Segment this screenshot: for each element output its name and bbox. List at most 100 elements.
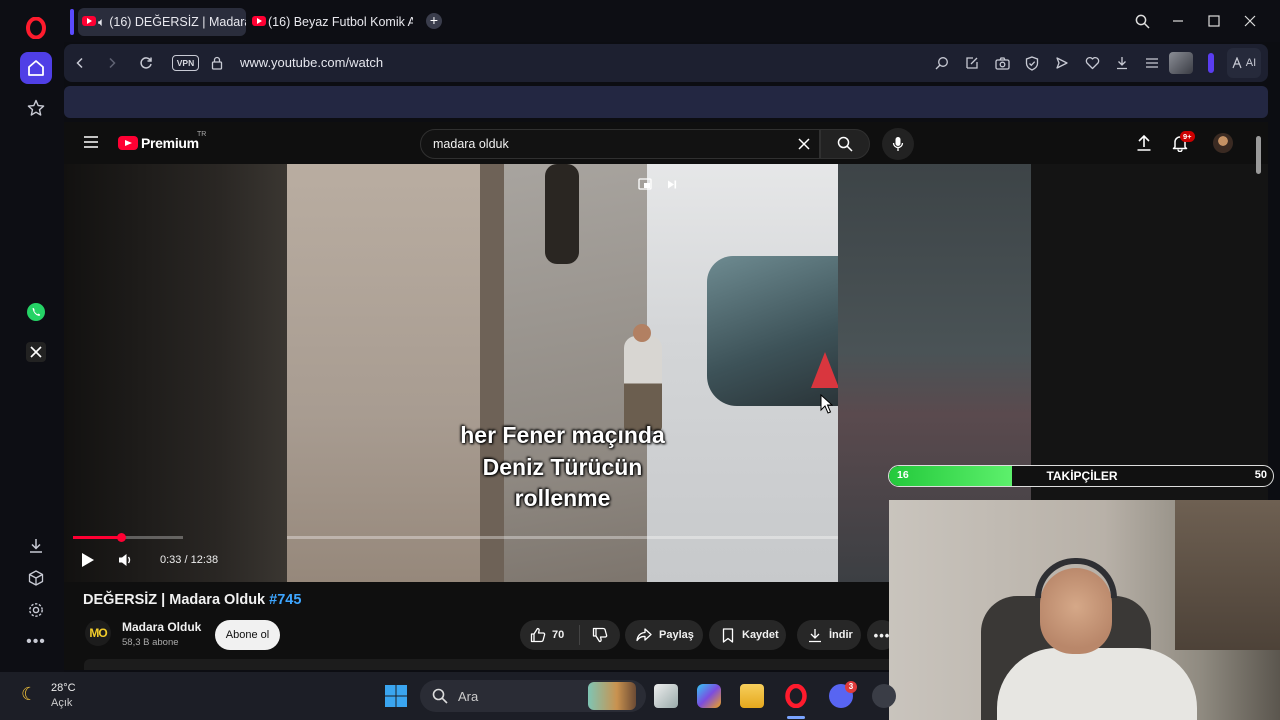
maximize-window-button[interactable] — [1203, 10, 1225, 32]
opera-menu-logo-icon[interactable] — [20, 12, 52, 44]
file-explorer-icon[interactable] — [740, 684, 764, 708]
progress-track[interactable] — [73, 533, 183, 542]
video-left-wall — [287, 164, 487, 582]
video-bottom-scrubline — [287, 536, 838, 539]
account-avatar[interactable] — [1213, 133, 1233, 153]
url-field[interactable]: www.youtube.com/watch — [240, 55, 383, 70]
download-icon — [809, 628, 821, 642]
back-arrow-icon[interactable] — [70, 53, 90, 73]
video-hashtag-link[interactable]: #745 — [269, 592, 301, 608]
discord-badge: 3 — [845, 681, 857, 693]
youtube-premium-logo[interactable]: Premium — [141, 135, 199, 151]
aria-ai-button[interactable]: AI — [1227, 48, 1261, 78]
easy-setup-menu-icon[interactable] — [1142, 53, 1162, 73]
sidebar-panel-indicator — [1208, 53, 1214, 73]
webcam-shelf — [1175, 500, 1280, 650]
download-button[interactable]: İndir — [797, 620, 861, 650]
flow-send-icon[interactable] — [1052, 53, 1072, 73]
notifications-badge: 9+ — [1180, 131, 1195, 142]
video-person-head — [633, 324, 651, 342]
mouse-cursor-icon — [820, 394, 833, 414]
profile-avatar[interactable] — [1169, 52, 1193, 74]
bookmark-icon — [722, 627, 734, 643]
video-title: DEĞERSİZ | Madara Olduk #745 — [83, 592, 302, 608]
skip-next-icon[interactable] — [667, 180, 677, 189]
thumbs-up-icon — [530, 627, 546, 643]
windows-taskbar: ☾ 28°C Açık Ara 3 — [0, 672, 896, 720]
miniplayer-icon[interactable] — [638, 178, 652, 190]
home-icon[interactable] — [20, 52, 52, 84]
page-scrollbar-thumb[interactable] — [1256, 136, 1261, 174]
clear-search-icon[interactable] — [798, 138, 810, 150]
dislike-button[interactable] — [580, 627, 620, 643]
lock-icon[interactable] — [207, 53, 227, 73]
like-button[interactable]: 70 — [520, 625, 580, 645]
channel-name[interactable]: Madara Olduk — [122, 620, 201, 634]
adblock-shield-icon[interactable] — [1022, 53, 1042, 73]
close-window-button[interactable] — [1239, 10, 1261, 32]
taskbar-search-icon — [432, 688, 448, 704]
copilot-icon[interactable] — [697, 684, 721, 708]
play-icon[interactable] — [81, 552, 95, 568]
save-button[interactable]: Kaydet — [709, 620, 786, 650]
tab-strip: 🔈︎ (16) DEĞERSİZ | Madara (16) Beyaz Fut… — [64, 0, 1280, 42]
vpn-badge[interactable]: VPN — [172, 55, 199, 71]
webcam-feed — [889, 500, 1280, 720]
opera-active-indicator — [787, 716, 805, 719]
reload-icon[interactable] — [136, 53, 156, 73]
video-blur-left — [64, 164, 287, 582]
search-button[interactable] — [820, 129, 870, 159]
edit-snap-icon[interactable] — [962, 53, 982, 73]
follower-goal: 50 — [1254, 469, 1267, 481]
volume-icon[interactable] — [118, 553, 134, 567]
voice-search-mic-icon[interactable] — [882, 128, 914, 160]
hamburger-menu-icon[interactable] — [84, 136, 98, 148]
opera-taskbar-icon[interactable] — [784, 684, 808, 708]
speaker-audio-icon[interactable]: 🔈︎ — [98, 15, 105, 30]
x-twitter-icon[interactable] — [20, 336, 52, 368]
minimize-window-button[interactable] — [1167, 10, 1189, 32]
opera-sidebar: ••• — [0, 0, 64, 672]
weather-condition: Açık — [51, 697, 73, 709]
channel-avatar[interactable]: MO — [85, 620, 111, 646]
youtube-header: Premium TR madara olduk 9+ — [64, 122, 1268, 164]
subscriber-count: 58,3 B abone — [122, 637, 179, 648]
tab-search-icon[interactable] — [1131, 10, 1153, 32]
like-dislike-group: 70 — [520, 620, 620, 650]
heart-icon[interactable] — [1082, 53, 1102, 73]
tab-active[interactable]: 🔈︎ (16) DEĞERSİZ | Madara — [78, 8, 246, 36]
task-view-icon[interactable] — [654, 684, 678, 708]
search-input[interactable]: madara olduk — [420, 129, 820, 159]
extensions-cube-icon[interactable] — [20, 562, 52, 594]
windows-start-icon[interactable] — [384, 684, 408, 708]
settings-gear-icon[interactable] — [20, 594, 52, 626]
tab-island-marker — [70, 9, 74, 35]
forward-arrow-icon[interactable] — [102, 53, 122, 73]
weather-moon-icon[interactable]: ☾ — [21, 684, 37, 705]
camera-snapshot-icon[interactable] — [992, 53, 1012, 73]
obs-icon[interactable] — [872, 684, 896, 708]
bookmarks-bar — [64, 86, 1268, 118]
region-label: TR — [197, 131, 207, 138]
downloads-icon[interactable] — [20, 530, 52, 562]
video-motorbike — [545, 164, 579, 264]
download-arrow-icon[interactable] — [1112, 53, 1132, 73]
video-pole — [480, 164, 504, 582]
more-sidebar-icon[interactable]: ••• — [20, 626, 52, 658]
whatsapp-icon[interactable] — [20, 296, 52, 328]
weather-temp[interactable]: 28°C — [51, 682, 76, 694]
bookmarks-star-icon[interactable] — [20, 92, 52, 124]
caption-line-3: rollenme — [514, 485, 611, 511]
progress-fill — [73, 536, 121, 539]
share-arrow-icon — [636, 628, 652, 642]
upload-icon[interactable] — [1136, 134, 1152, 152]
tab-inactive[interactable]: (16) Beyaz Futbol Komik A — [248, 8, 413, 36]
progress-scrubber[interactable] — [117, 533, 126, 542]
page-search-icon[interactable] — [932, 53, 952, 73]
youtube-logo-icon[interactable] — [118, 136, 138, 150]
share-button[interactable]: Paylaş — [625, 620, 703, 650]
youtube-favicon-icon — [82, 16, 96, 26]
subscribe-button[interactable]: Abone ol — [215, 620, 280, 650]
new-tab-button[interactable]: + — [426, 13, 442, 29]
taskbar-search-box[interactable]: Ara — [420, 680, 646, 712]
